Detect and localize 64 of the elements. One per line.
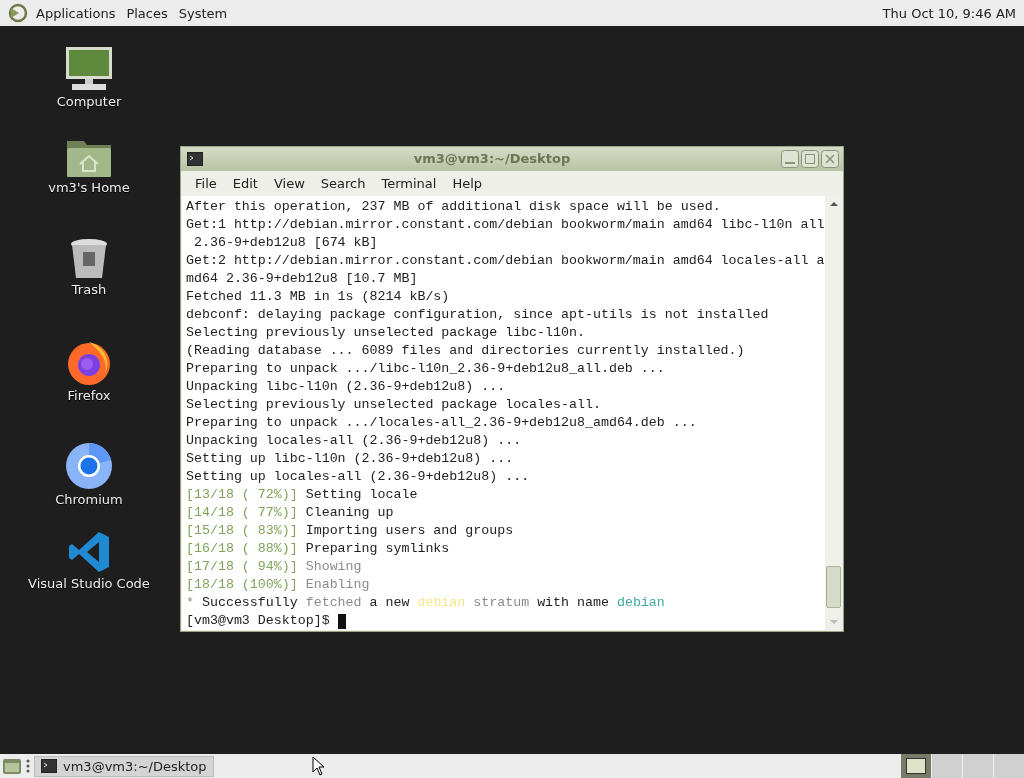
menu-item[interactable]: Edit xyxy=(224,175,266,191)
menu-item[interactable]: File xyxy=(187,175,225,191)
desktop-icon-label[interactable]: Computer xyxy=(56,94,122,109)
terminal-line: Fetched 11.3 MB in 1s (8214 kB/s) xyxy=(186,288,450,306)
panel-menu[interactable]: Places xyxy=(124,5,177,21)
terminal-line: 2.36-9+deb12u8 [674 kB] xyxy=(192,234,378,252)
workspace-switcher-cell[interactable] xyxy=(931,754,962,778)
chromium-icon[interactable] xyxy=(65,442,113,490)
terminal-line: Selecting previously unselected package libc-l10n. xyxy=(186,324,585,342)
scrollbar[interactable] xyxy=(825,196,842,630)
trash-icon[interactable] xyxy=(69,238,109,280)
home-folder-icon[interactable] xyxy=(66,138,112,178)
terminal-icon xyxy=(41,759,57,773)
desktop-icon-label[interactable]: Trash xyxy=(71,282,107,297)
workspace-switcher-cell[interactable] xyxy=(993,754,1024,778)
terminal-line: Get:1 http://debian.mirror.constant.com/debian bookworm/main amd64 libc-l10n all xyxy=(186,216,825,234)
menu-logo-icon[interactable] xyxy=(8,3,28,23)
desktop-icon-label[interactable]: Visual Studio Code xyxy=(28,576,150,591)
terminal-line: md64 2.36-9+deb12u8 [10.7 MB] xyxy=(186,270,418,288)
clock[interactable]: Thu Oct 10, 9:46 AM xyxy=(882,5,1016,21)
terminal-line: Get:2 http://debian.mirror.constant.com/debian bookworm/main amd64 locales-all a xyxy=(186,252,825,270)
desktop-icon-label[interactable]: Firefox xyxy=(67,388,111,403)
terminal-line: Preparing to unpack .../locales-all_2.36-9+deb12u8_amd64.deb ... xyxy=(186,414,697,432)
desktop-icon-label[interactable]: vm3's Home xyxy=(48,180,130,195)
menu-item[interactable]: View xyxy=(265,175,313,191)
workspace-switcher-cell[interactable] xyxy=(962,754,993,778)
code-editor-icon[interactable] xyxy=(67,530,111,574)
terminal-line: Setting up libc-l10n (2.36-9+deb12u8) ... xyxy=(186,450,514,468)
maximize-button[interactable] xyxy=(801,149,819,168)
terminal-line: Unpacking libc-l10n (2.36-9+deb12u8) ... xyxy=(186,378,506,396)
menu-item[interactable]: Search xyxy=(312,175,374,191)
terminal-line: Unpacking locales-all (2.36-9+deb12u8) ... xyxy=(186,432,522,450)
menu-item[interactable]: Help xyxy=(444,175,491,191)
computer-icon[interactable] xyxy=(64,46,114,92)
terminal-line: Preparing to unpack .../libc-l10n_2.36-9+deb12u8_all.deb ... xyxy=(186,360,665,378)
taskbar-button[interactable]: vm3@vm3:~/Desktop xyxy=(34,755,214,777)
scrollbar-thumb[interactable] xyxy=(826,566,841,608)
minimize-button[interactable] xyxy=(781,149,799,168)
terminal-line: Setting up locales-all (2.36-9+deb12u8) ... xyxy=(186,468,530,486)
terminal-line: [14/18 ( 77%)] Cleaning up xyxy=(186,504,394,522)
show-desktop-icon[interactable] xyxy=(2,757,22,775)
terminal-line: * Successfully fetched a new debian stratum with name debian xyxy=(186,594,665,612)
mouse-cursor-icon xyxy=(311,756,326,776)
terminal-line: [17/18 ( 94%)] Showing xyxy=(186,558,362,576)
terminal-line: After this operation, 237 MB of additional disk space will be used. xyxy=(186,198,721,216)
panel-menu[interactable]: Applications xyxy=(34,5,125,21)
workspace-switcher-cell[interactable] xyxy=(900,754,931,778)
terminal-line: [16/18 ( 88%)] Preparing symlinks xyxy=(186,540,450,558)
terminal-line: [18/18 (100%)] Enabling xyxy=(186,576,370,594)
panel-menu[interactable]: System xyxy=(176,5,237,21)
terminal-line: (Reading database ... 6089 files and directories currently installed.) xyxy=(186,342,745,360)
panel-handle-icon[interactable] xyxy=(26,758,30,774)
terminal-line: [vm3@vm3 Desktop]$ xyxy=(186,612,331,630)
window-title: vm3@vm3:~/Desktop xyxy=(412,151,572,167)
close-button[interactable] xyxy=(821,149,839,168)
text-cursor xyxy=(337,613,346,629)
terminal-line: [15/18 ( 83%)] Importing users and groups xyxy=(186,522,514,540)
scroll-up-icon[interactable] xyxy=(828,200,839,208)
terminal-line: [13/18 ( 72%)] Setting locale xyxy=(186,486,418,504)
terminal-line: debconf: delaying package configuration, since apt-utils is not installed xyxy=(186,306,769,324)
terminal-line: Selecting previously unselected package locales-all. xyxy=(186,396,601,414)
menu-item[interactable]: Terminal xyxy=(373,175,445,191)
desktop-icon-label[interactable]: Chromium xyxy=(55,492,123,507)
terminal-icon xyxy=(187,151,203,166)
